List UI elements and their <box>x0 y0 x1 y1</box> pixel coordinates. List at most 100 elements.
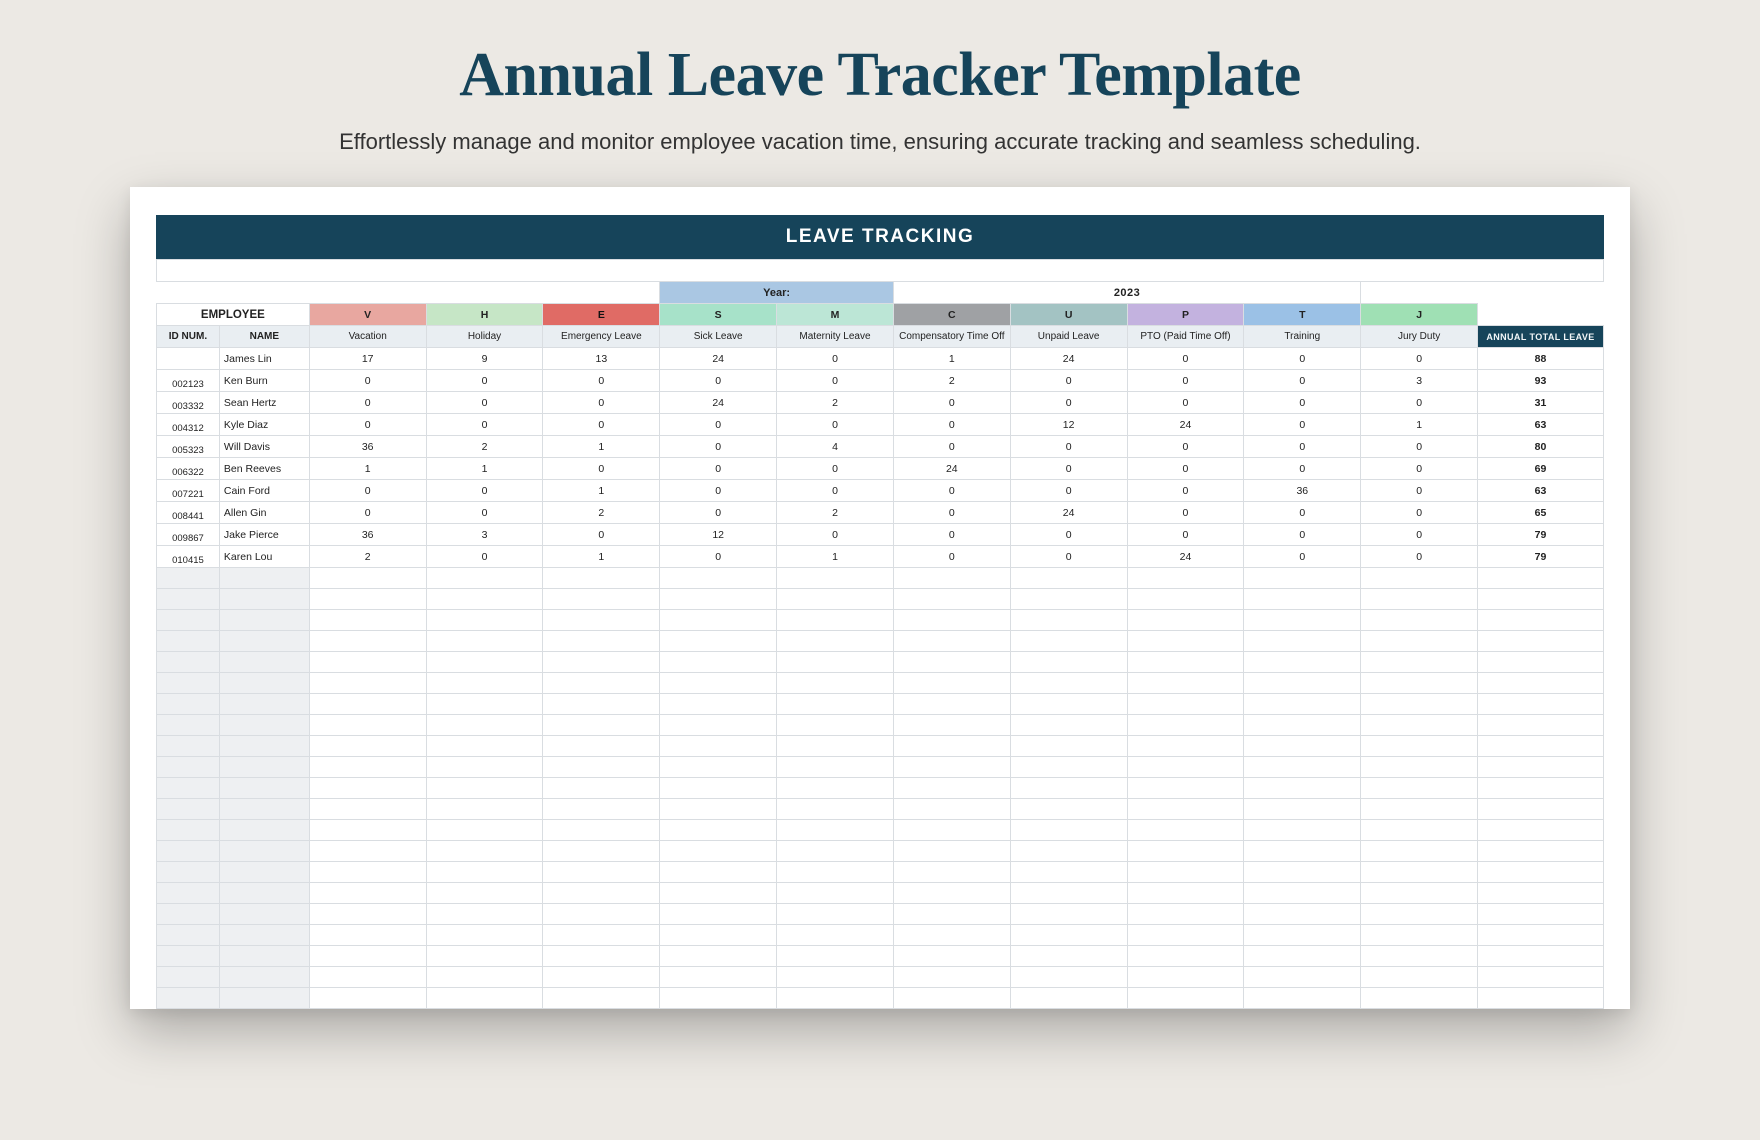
leave-value-cell: 0 <box>893 546 1010 568</box>
leave-value-cell: 0 <box>1244 370 1361 392</box>
annual-total-cell: 31 <box>1478 392 1604 414</box>
employee-name-cell: Cain Ford <box>219 480 309 502</box>
table-row: James Lin1791324012400088 <box>157 348 1604 370</box>
employee-id-cell: 004312 <box>157 414 220 436</box>
leave-value-cell: 1 <box>309 458 426 480</box>
empty-row <box>157 820 1604 841</box>
employee-id-cell: 002123 <box>157 370 220 392</box>
leave-type-code-V: V <box>309 304 426 326</box>
page-title: Annual Leave Tracker Template <box>0 40 1760 111</box>
leave-value-cell: 0 <box>777 348 894 370</box>
empty-row <box>157 715 1604 736</box>
leave-value-cell: 0 <box>1127 480 1244 502</box>
leave-value-cell: 0 <box>309 392 426 414</box>
table-row: 006322Ben Reeves1100024000069 <box>157 458 1604 480</box>
employee-id-cell: 010415 <box>157 546 220 568</box>
leave-value-cell: 36 <box>309 524 426 546</box>
employee-id-cell: 007221 <box>157 480 220 502</box>
leave-value-cell: 0 <box>1127 502 1244 524</box>
employee-name-cell: Ken Burn <box>219 370 309 392</box>
empty-row <box>157 883 1604 904</box>
leave-value-cell: 0 <box>1244 546 1361 568</box>
empty-row <box>157 841 1604 862</box>
employee-id-cell: 003332 <box>157 392 220 414</box>
employee-name-cell: Sean Hertz <box>219 392 309 414</box>
leave-value-cell: 0 <box>1127 524 1244 546</box>
leave-value-cell: 24 <box>1127 546 1244 568</box>
id-header: ID NUM. <box>157 326 220 348</box>
leave-value-cell: 2 <box>543 502 660 524</box>
empty-row <box>157 988 1604 1009</box>
leave-type-label-S: Sick Leave <box>660 326 777 348</box>
leave-value-cell: 24 <box>660 392 777 414</box>
leave-value-cell: 0 <box>543 392 660 414</box>
leave-value-cell: 0 <box>309 502 426 524</box>
annual-total-cell: 69 <box>1478 458 1604 480</box>
table-row: 010415Karen Lou2010100240079 <box>157 546 1604 568</box>
leave-value-cell: 4 <box>777 436 894 458</box>
leave-type-code-J: J <box>1361 304 1478 326</box>
leave-value-cell: 0 <box>1244 458 1361 480</box>
employee-column-header: EMPLOYEE <box>157 304 310 326</box>
leave-value-cell: 0 <box>543 370 660 392</box>
leave-type-label-C: Compensatory Time Off <box>893 326 1010 348</box>
annual-total-cell: 79 <box>1478 546 1604 568</box>
table-row: 004312Kyle Diaz00000012240163 <box>157 414 1604 436</box>
leave-value-cell: 0 <box>777 524 894 546</box>
leave-value-cell: 2 <box>777 392 894 414</box>
empty-row <box>157 631 1604 652</box>
employee-id-cell: 005323 <box>157 436 220 458</box>
leave-value-cell: 3 <box>1361 370 1478 392</box>
leave-value-cell: 0 <box>426 370 543 392</box>
leave-value-cell: 0 <box>1010 546 1127 568</box>
annual-total-cell: 65 <box>1478 502 1604 524</box>
leave-value-cell: 24 <box>893 458 1010 480</box>
leave-value-cell: 0 <box>309 414 426 436</box>
leave-value-cell: 0 <box>426 502 543 524</box>
name-header: NAME <box>219 326 309 348</box>
leave-value-cell: 0 <box>893 414 1010 436</box>
employee-name-cell: Will Davis <box>219 436 309 458</box>
leave-value-cell: 24 <box>1010 502 1127 524</box>
employee-name-cell: Karen Lou <box>219 546 309 568</box>
table-row: 002123Ken Burn000002000393 <box>157 370 1604 392</box>
leave-value-cell: 1 <box>543 480 660 502</box>
leave-value-cell: 0 <box>777 458 894 480</box>
leave-type-label-E: Emergency Leave <box>543 326 660 348</box>
empty-row <box>157 652 1604 673</box>
leave-value-cell: 13 <box>543 348 660 370</box>
leave-value-cell: 0 <box>1361 524 1478 546</box>
annual-total-header: ANNUAL TOTAL LEAVE <box>1478 326 1604 348</box>
leave-value-cell: 36 <box>309 436 426 458</box>
leave-value-cell: 0 <box>426 392 543 414</box>
leave-value-cell: 0 <box>1010 392 1127 414</box>
leave-value-cell: 2 <box>426 436 543 458</box>
employee-name-cell: Kyle Diaz <box>219 414 309 436</box>
leave-value-cell: 0 <box>1127 348 1244 370</box>
leave-value-cell: 0 <box>1244 436 1361 458</box>
leave-value-cell: 0 <box>893 480 1010 502</box>
leave-type-label-M: Maternity Leave <box>777 326 894 348</box>
leave-value-cell: 24 <box>660 348 777 370</box>
leave-type-code-P: P <box>1127 304 1244 326</box>
leave-value-cell: 0 <box>1244 348 1361 370</box>
leave-value-cell: 0 <box>1244 414 1361 436</box>
leave-value-cell: 0 <box>1361 480 1478 502</box>
leave-type-code-S: S <box>660 304 777 326</box>
annual-total-cell: 88 <box>1478 348 1604 370</box>
leave-value-cell: 0 <box>893 436 1010 458</box>
empty-row <box>157 589 1604 610</box>
empty-row <box>157 610 1604 631</box>
table-row: 007221Cain Ford0010000036063 <box>157 480 1604 502</box>
empty-row <box>157 736 1604 757</box>
leave-value-cell: 9 <box>426 348 543 370</box>
leave-value-cell: 0 <box>893 524 1010 546</box>
empty-row <box>157 967 1604 988</box>
leave-value-cell: 0 <box>777 370 894 392</box>
leave-value-cell: 0 <box>660 436 777 458</box>
employee-name-cell: Jake Pierce <box>219 524 309 546</box>
year-value-cell[interactable]: 2023 <box>893 282 1360 304</box>
leave-value-cell: 0 <box>1010 436 1127 458</box>
leave-value-cell: 0 <box>1244 392 1361 414</box>
table-row: 009867Jake Pierce36301200000079 <box>157 524 1604 546</box>
